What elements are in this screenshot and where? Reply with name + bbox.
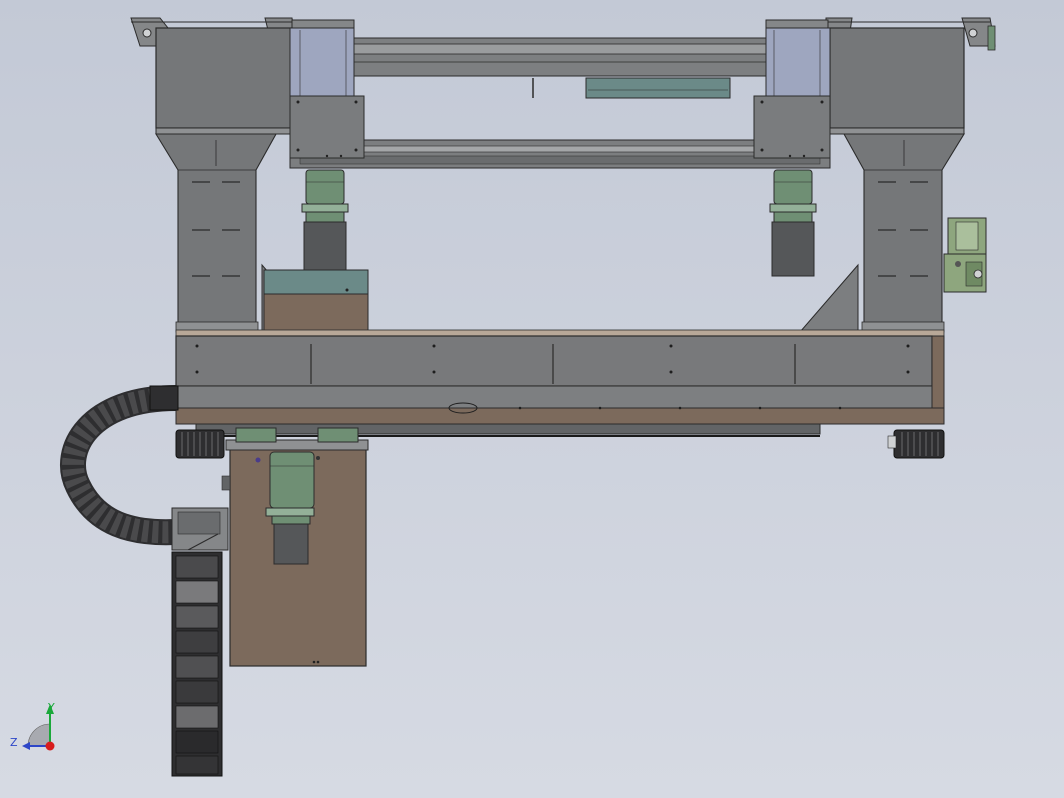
right-roller-set: [887, 429, 945, 459]
top-right-motor: [769, 169, 817, 277]
cable-chain-vertical: [171, 551, 223, 777]
cable-chain-mount: [171, 507, 229, 551]
orientation-triad[interactable]: Y Z: [10, 701, 55, 751]
triad-z-label: Z: [10, 736, 18, 749]
left-carriage-block: [263, 269, 369, 333]
left-roller-set: [175, 429, 225, 459]
top-left-motor: [301, 169, 349, 273]
x-axis-icon: [45, 741, 55, 751]
cable-chain-loop: [60, 385, 179, 546]
gantry-assembly-drawing[interactable]: Y Z: [0, 0, 1064, 798]
side-sensor-unit[interactable]: [943, 217, 987, 293]
top-rail-assembly: [351, 37, 771, 99]
cad-viewport[interactable]: Y Z: [0, 0, 1064, 798]
triad-y-label: Y: [47, 701, 55, 714]
lower-cross-rail: [289, 139, 831, 169]
main-x-beam: [175, 329, 945, 437]
